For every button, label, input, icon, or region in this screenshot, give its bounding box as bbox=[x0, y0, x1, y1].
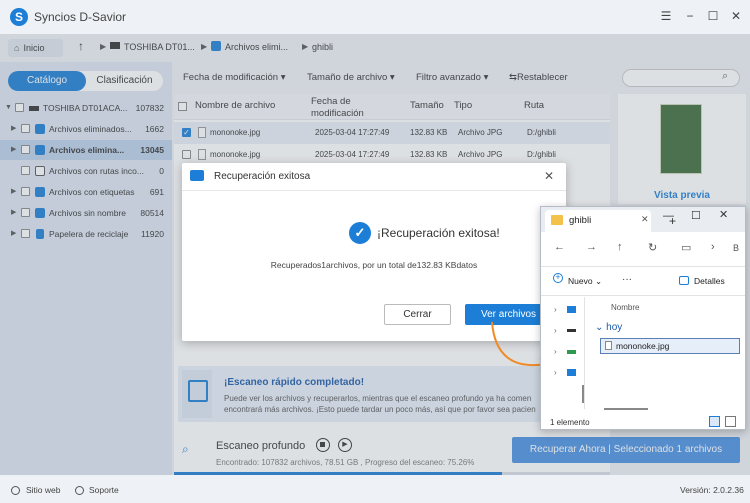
dialog-message: ¡Recuperación exitosa! bbox=[377, 226, 500, 240]
back-icon[interactable]: ← bbox=[554, 241, 565, 253]
view-icon[interactable]: ▭ bbox=[681, 241, 691, 254]
chevron-down-icon: ⌄ bbox=[595, 322, 604, 333]
explorer-maximize-button[interactable]: ☐ bbox=[691, 209, 701, 222]
details-pane-icon bbox=[679, 276, 689, 285]
address-bar-text[interactable]: B bbox=[733, 243, 739, 253]
dialog-close-icon[interactable]: ✕ bbox=[544, 169, 554, 183]
refresh-icon[interactable]: ↻ bbox=[648, 241, 657, 254]
column-name-header[interactable]: Nombre bbox=[611, 303, 639, 312]
support-link[interactable]: Soporte bbox=[89, 485, 119, 495]
nav-expand-icon[interactable]: › bbox=[554, 347, 557, 356]
folder-icon bbox=[190, 170, 204, 181]
tab-close-icon[interactable]: ✕ bbox=[641, 214, 649, 225]
nav-expand-icon[interactable]: › bbox=[554, 305, 557, 314]
plus-icon: + bbox=[553, 273, 563, 283]
group-header[interactable]: ⌄ hoy bbox=[595, 322, 622, 333]
horizontal-scrollbar[interactable] bbox=[604, 408, 648, 410]
new-label: Nuevo bbox=[568, 276, 593, 286]
up-icon[interactable]: ↑ bbox=[617, 241, 623, 253]
drive-icon[interactable] bbox=[567, 350, 576, 354]
maximize-button[interactable]: ☐ bbox=[706, 9, 720, 23]
explorer-nav-pane bbox=[541, 297, 585, 409]
network-icon[interactable] bbox=[567, 369, 576, 376]
dialog-title: Recuperación exitosa bbox=[214, 171, 311, 182]
app-logo-icon: S bbox=[10, 8, 28, 26]
path-chevron-icon[interactable]: › bbox=[711, 241, 715, 253]
file-item-name: mononoke.jpg bbox=[616, 341, 670, 351]
this-pc-icon[interactable] bbox=[567, 306, 576, 313]
minimize-button[interactable]: − bbox=[683, 9, 697, 23]
version-label: Versión: 2.0.2.36 bbox=[680, 485, 744, 495]
image-file-icon bbox=[605, 341, 612, 350]
explorer-tab-title: ghibli bbox=[569, 215, 592, 226]
website-link[interactable]: Sitio web bbox=[26, 485, 61, 495]
tiles-view-icon[interactable] bbox=[725, 416, 736, 427]
chevron-down-icon: ⌄ bbox=[594, 276, 603, 286]
nav-scrollbar[interactable] bbox=[582, 385, 584, 403]
new-button[interactable]: Nuevo ⌄ bbox=[568, 276, 602, 287]
group-label: hoy bbox=[606, 322, 623, 333]
explorer-close-button[interactable]: ✕ bbox=[719, 208, 728, 221]
more-options-icon[interactable]: ··· bbox=[622, 274, 632, 285]
close-button[interactable]: ✕ bbox=[729, 9, 743, 23]
app-title: Syncios D-Savior bbox=[34, 10, 127, 24]
close-dialog-button[interactable]: Cerrar bbox=[384, 304, 451, 325]
details-button[interactable]: Detalles bbox=[694, 276, 725, 286]
nav-expand-icon[interactable]: › bbox=[554, 368, 557, 377]
globe-icon bbox=[11, 486, 20, 495]
support-icon bbox=[75, 486, 84, 495]
dialog-detail: Recuperados1archivos, por un total de132… bbox=[270, 260, 478, 270]
menu-icon[interactable]: ☰ bbox=[659, 9, 673, 23]
check-circle-icon: ✓ bbox=[349, 222, 371, 244]
explorer-status: 1 elemento bbox=[550, 418, 590, 427]
nav-expand-icon[interactable]: › bbox=[554, 326, 557, 335]
details-view-icon[interactable] bbox=[709, 416, 720, 427]
forward-icon[interactable]: → bbox=[586, 241, 597, 253]
new-tab-button[interactable]: + bbox=[669, 214, 676, 228]
drive-icon[interactable] bbox=[567, 329, 576, 332]
folder-icon bbox=[551, 215, 563, 225]
